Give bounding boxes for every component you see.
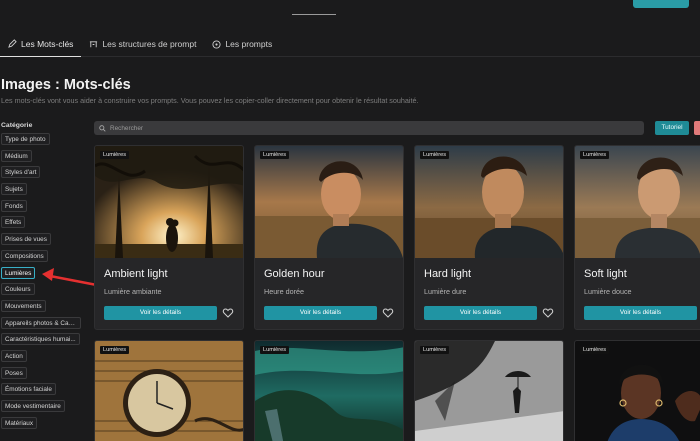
tutorial-button[interactable]: Tutoriel (655, 121, 689, 135)
card-subtitle: Lumière ambiante (104, 287, 162, 296)
card-image: Lumières (95, 146, 243, 258)
search-bar[interactable] (94, 121, 644, 135)
card-badge: Lumières (420, 346, 450, 354)
compass-icon (212, 39, 222, 49)
category-item[interactable]: Appareils photos & Cam... (1, 316, 81, 329)
tab-label: Les prompts (225, 39, 273, 49)
keyword-card[interactable]: Lumières (574, 340, 700, 441)
category-item[interactable]: Fonds (1, 199, 27, 212)
card-image: Lumières (415, 146, 563, 258)
card-badge: Lumières (420, 151, 450, 159)
keyword-card[interactable]: Lumières Golden hour Heure dorée Voir le… (254, 145, 404, 330)
category-item[interactable]: Type de photo (1, 133, 50, 145)
card-badge: Lumières (100, 151, 130, 159)
category-item[interactable]: Effets (1, 216, 26, 229)
tab-label: Les structures de prompt (102, 39, 197, 49)
card-badge: Lumières (580, 346, 610, 354)
card-subtitle: Lumière dure (424, 287, 467, 296)
extra-action-button[interactable] (694, 121, 700, 135)
page-title: Images : Mots-clés (1, 77, 131, 93)
view-details-button[interactable]: Voir les détails (264, 306, 377, 320)
category-item[interactable]: Poses (1, 366, 27, 379)
category-item[interactable]: Matériaux (1, 416, 38, 429)
pen-icon (8, 39, 17, 48)
card-subtitle: Heure dorée (264, 287, 304, 296)
tab-label: Les Mots-clés (21, 38, 74, 49)
tab-structures[interactable]: Les structures de prompt (81, 31, 204, 57)
category-item[interactable]: Médium (1, 149, 32, 162)
category-item[interactable]: Prises de vues (1, 233, 51, 246)
card-image: Lumières (575, 341, 700, 441)
category-item[interactable]: Mode vestimentaire (1, 400, 65, 412)
keyword-card[interactable]: Lumières Hard light Lumière dure Voir le… (414, 145, 564, 330)
category-item-active[interactable]: Lumières (1, 266, 36, 279)
heart-icon[interactable] (382, 307, 394, 319)
card-image: Lumières (255, 341, 403, 441)
view-details-button[interactable]: Voir les détails (104, 306, 217, 320)
category-item[interactable]: Couleurs (1, 283, 35, 296)
keyword-card[interactable]: Lumières (254, 340, 404, 441)
card-badge: Lumières (260, 151, 290, 159)
category-item[interactable]: Compositions (1, 249, 48, 262)
top-nav-active-indicator (292, 14, 336, 15)
keyword-card[interactable]: Lumières (94, 340, 244, 441)
search-icon (99, 124, 106, 132)
card-image: Lumières (575, 146, 700, 258)
view-details-button[interactable]: Voir les détails (424, 306, 537, 320)
top-action-button[interactable] (633, 0, 689, 8)
keyword-card[interactable]: Lumières Ambient light Lumière ambiante … (94, 145, 244, 330)
structure-icon (90, 40, 98, 47)
tab-mots-cles[interactable]: Les Mots-clés (0, 31, 82, 57)
category-item[interactable]: Action (1, 349, 27, 362)
card-badge: Lumières (100, 346, 130, 354)
heart-icon[interactable] (222, 307, 234, 319)
heart-icon[interactable] (542, 307, 554, 319)
card-badge: Lumières (580, 151, 610, 159)
category-item[interactable]: Styles d'art (1, 166, 41, 179)
card-title: Ambient light (104, 268, 168, 280)
card-title: Hard light (424, 268, 472, 280)
card-badge: Lumières (260, 346, 290, 354)
card-image: Lumières (415, 341, 563, 441)
keyword-card[interactable]: Lumières Soft light Lumière douce Voir l… (574, 145, 700, 330)
category-label: Catégorie (1, 122, 33, 129)
card-subtitle: Lumière douce (584, 287, 632, 296)
app-logo[interactable] (2, 0, 6, 9)
category-item[interactable]: Sujets (1, 183, 27, 196)
category-item[interactable]: Caractéristiques humai... (1, 333, 80, 346)
category-item[interactable]: Mouvements (1, 299, 46, 312)
card-image: Lumières (255, 146, 403, 258)
view-details-button[interactable]: Voir les détails (584, 306, 697, 320)
search-input[interactable] (110, 124, 310, 132)
card-title: Soft light (584, 268, 627, 280)
category-item[interactable]: Émotions faciale (1, 383, 56, 396)
keyword-card[interactable]: Lumières (414, 340, 564, 441)
page-subtitle: Les mots-clés vont vous aider à construi… (1, 96, 419, 105)
card-title: Golden hour (264, 268, 325, 280)
tab-bar: Les Mots-clés Les structures de prompt L… (0, 31, 700, 57)
top-bar (0, 0, 700, 22)
card-image: Lumières (95, 341, 243, 441)
tab-prompts[interactable]: Les prompts (204, 31, 280, 57)
